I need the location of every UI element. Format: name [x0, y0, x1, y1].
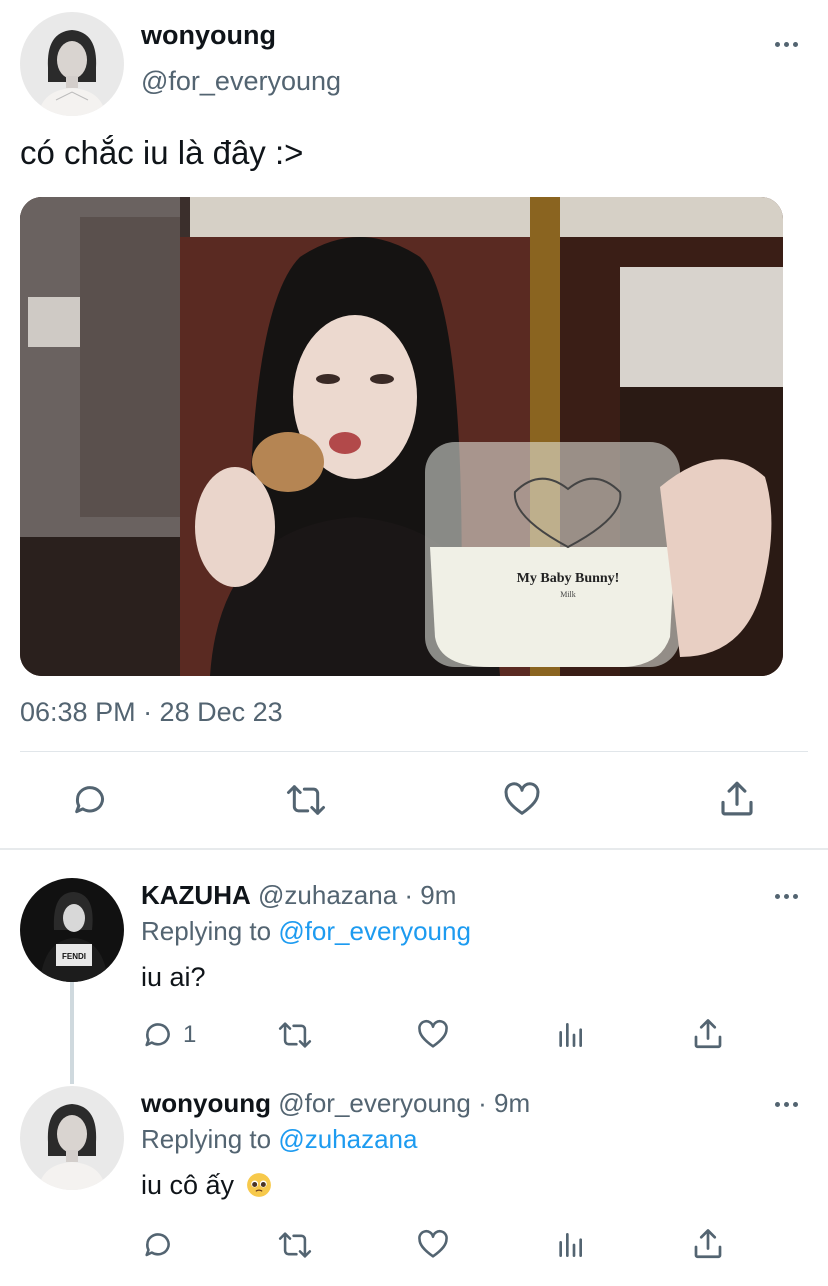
reply-author-avatar[interactable]: FENDI [20, 878, 124, 982]
svg-text:FENDI: FENDI [62, 952, 86, 961]
replying-to-handle[interactable]: @zuhazana [278, 1124, 417, 1154]
tweet-photo[interactable]: My Baby Bunny! Milk [20, 197, 783, 676]
tweet-action-bar [0, 776, 828, 828]
reply-time[interactable]: 9m [494, 1088, 530, 1118]
reply-action-bar: 1 [0, 1018, 828, 1058]
replying-to-label: Replying to [141, 916, 272, 946]
divider [0, 848, 828, 850]
separator-dot: · [478, 1088, 487, 1118]
author-avatar[interactable] [20, 12, 124, 116]
tweet-timestamp: 06:38 PM · 28 Dec 23 [20, 697, 283, 727]
replying-to-label: Replying to [141, 1124, 272, 1154]
author-handle[interactable]: @for_everyoung [141, 66, 341, 97]
reply-author-handle[interactable]: @for_everyoung [278, 1088, 471, 1118]
share-icon[interactable] [690, 1226, 726, 1262]
reply-icon[interactable] [70, 780, 110, 820]
retweet-icon[interactable] [276, 1018, 314, 1052]
reply-author-name[interactable]: KAZUHA [141, 880, 251, 910]
retweet-icon[interactable] [284, 780, 328, 820]
reply-time[interactable]: 9m [420, 880, 456, 910]
reply-text: iu ai? [141, 962, 206, 992]
reply-count: 1 [183, 1021, 197, 1048]
reply-icon[interactable] [141, 1228, 175, 1262]
tweet-text: có chắc iu là đây :> [20, 134, 304, 171]
separator-dot: · [404, 880, 414, 910]
more-options-icon[interactable] [768, 1092, 804, 1116]
reply-author-avatar[interactable] [20, 1086, 124, 1190]
analytics-icon[interactable] [554, 1228, 586, 1262]
like-icon[interactable] [415, 1018, 451, 1052]
reply-header: wonyoung @for_everyoung · 9m [141, 1088, 530, 1119]
share-icon[interactable] [690, 1016, 726, 1052]
reply-text: iu cô ấy [141, 1170, 235, 1200]
analytics-icon[interactable] [554, 1018, 586, 1052]
divider [20, 751, 808, 752]
more-options-icon[interactable] [768, 32, 804, 56]
pleading-face-emoji [246, 1173, 271, 1197]
share-icon[interactable] [716, 778, 758, 820]
reply-text-container: iu cô ấy [141, 1170, 272, 1201]
reply-action-bar [0, 1226, 828, 1266]
svg-text:My Baby Bunny!: My Baby Bunny! [517, 571, 620, 586]
replying-to: Replying to @zuhazana [141, 1124, 417, 1155]
main-tweet: wonyoung @for_everyoung có chắc iu là đâ… [0, 0, 828, 850]
reply-author-handle[interactable]: @zuhazana [258, 880, 397, 910]
author-name[interactable]: wonyoung [141, 20, 276, 51]
like-icon[interactable] [501, 780, 543, 820]
more-options-icon[interactable] [768, 884, 804, 908]
replying-to-handle[interactable]: @for_everyoung [278, 916, 471, 946]
reply-icon[interactable]: 1 [141, 1018, 196, 1052]
like-icon[interactable] [415, 1228, 451, 1262]
replying-to: Replying to @for_everyoung [141, 916, 471, 947]
retweet-icon[interactable] [276, 1228, 314, 1262]
reply-author-name[interactable]: wonyoung [141, 1088, 271, 1118]
svg-text:Milk: Milk [560, 590, 576, 599]
reply-header: KAZUHA @zuhazana · 9m [141, 880, 456, 911]
